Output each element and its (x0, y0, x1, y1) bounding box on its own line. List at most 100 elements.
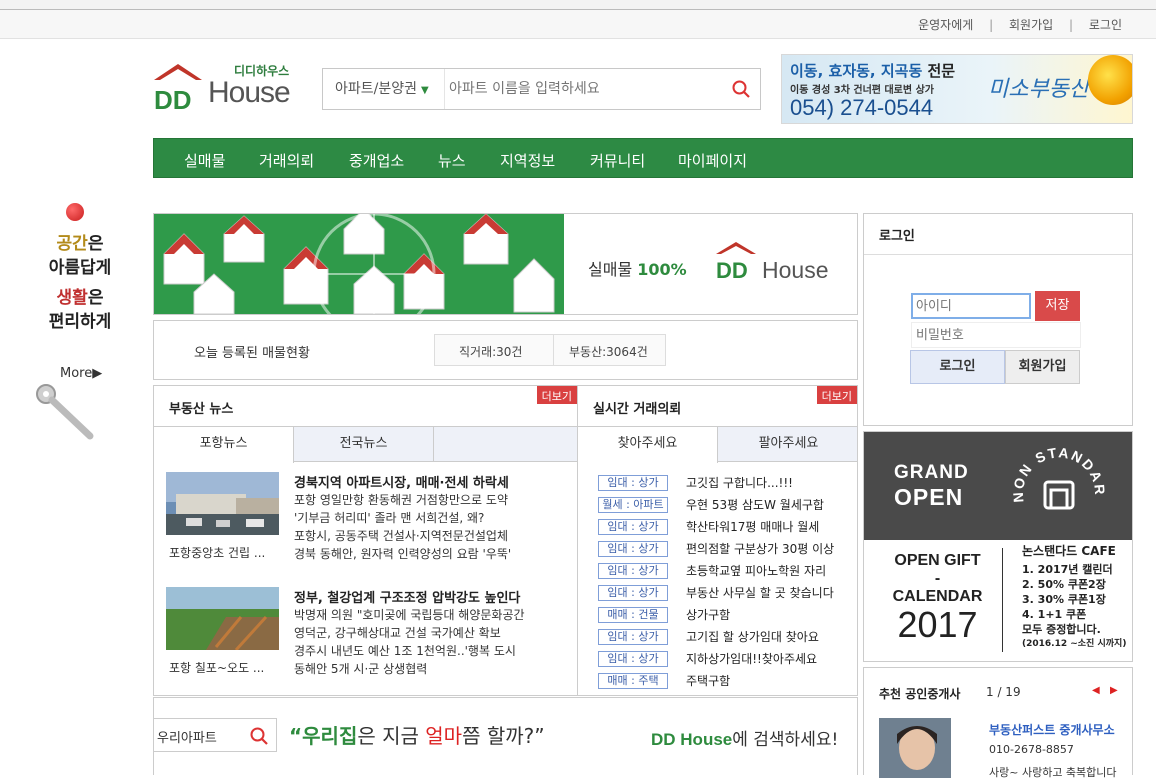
category-value: 아파트/분양권 (335, 81, 417, 97)
news-headline[interactable]: 경북지역 아파트시장, 매매·전세 하락세 (294, 472, 554, 491)
news-link[interactable]: 경북 동해안, 원자력 인력양성의 요람 '우뚝' (294, 545, 559, 562)
search-icon[interactable] (250, 727, 268, 745)
deal-text[interactable]: 고기집 할 상가임대 찾아요 (686, 628, 846, 645)
nav-item-news[interactable]: 뉴스 (438, 150, 466, 171)
agent-title: 추천 공인중개사 (879, 687, 961, 701)
list-item[interactable]: 임대 : 상가 학산타워17평 매매나 월세 (598, 517, 853, 537)
category-select[interactable]: 아파트/분양권 ▼ (323, 69, 445, 109)
key-icon (36, 384, 94, 440)
pin-icon (66, 203, 84, 221)
agency-count[interactable]: 부동산:3064건 (569, 343, 648, 360)
nav-item-requests[interactable]: 거래의뢰 (259, 150, 314, 171)
svg-text:NON STANDARD: NON STANDARD (1009, 442, 1108, 503)
news-thumbnail[interactable] (166, 587, 279, 650)
news-item[interactable]: 포항 칠포~오도 ... 정부, 철강업계 구조조정 압박강도 높인다 박명재 … (164, 587, 574, 687)
deal-type-badge: 임대 : 상가 (598, 629, 668, 645)
deal-text[interactable]: 지하상가임대!!찾아주세요 (686, 650, 846, 667)
apartment-search-box[interactable]: 우리아파트 (154, 718, 277, 752)
realtor-ad-banner[interactable]: 이동, 효자동, 지곡동 전문 이동 경성 3차 건너편 대로변 상가 054)… (781, 54, 1133, 124)
deal-text[interactable]: 초등학교옆 피아노학원 자리 (686, 562, 846, 579)
agent-page-counter: 1 / 19 (986, 685, 1021, 699)
signup-button[interactable]: 회원가입 (1005, 350, 1080, 384)
deal-text[interactable]: 부동산 사무실 할 곳 찾습니다 (686, 584, 846, 601)
next-arrow-icon[interactable]: ▶ (1110, 685, 1118, 696)
nav-item-local-info[interactable]: 지역정보 (500, 150, 555, 171)
login-title: 로그인 (879, 229, 915, 244)
ad-headline: 이동, 효자동, 지곡동 전문 (790, 62, 956, 80)
direct-count[interactable]: 직거래:30건 (459, 343, 522, 360)
deal-text[interactable]: 상가구함 (686, 606, 846, 623)
agent-photo[interactable] (879, 718, 951, 778)
news-link[interactable]: 포항 영일만항 환동해권 거점항만으로 도약 (294, 491, 559, 508)
deal-text[interactable]: 학산타워17평 매매나 월세 (686, 518, 846, 535)
flower-graphic (1088, 55, 1132, 105)
agent-name[interactable]: 부동산퍼스트 중개사무소 (989, 721, 1119, 738)
login-button[interactable]: 로그인 (910, 350, 1005, 384)
nav-item-agencies[interactable]: 중개업소 (349, 150, 404, 171)
nav-item-listings[interactable]: 실매물 (184, 150, 225, 171)
ad-brand: 미소부동산 (988, 77, 1090, 102)
gift-list: 논스탠다드 CAFE 1. 2017년 캘린더 2. 50% 쿠폰2장 3. 3… (1022, 544, 1127, 649)
deal-type-badge: 임대 : 상가 (598, 541, 668, 557)
top-links: 운영자에게 | 회원가입 | 로그인 (918, 16, 1122, 33)
prev-arrow-icon[interactable]: ◀ (1092, 685, 1100, 696)
news-headline[interactable]: 정부, 철강업계 구조조정 압박강도 높인다 (294, 587, 554, 606)
search-icon[interactable] (732, 80, 750, 98)
list-item[interactable]: 임대 : 상가 부동산 사무실 할 곳 찾습니다 (598, 583, 853, 603)
list-item[interactable]: 매매 : 주택 주택구함 (598, 671, 853, 691)
list-item[interactable]: 임대 : 상가 고깃집 구합니다...!!! (598, 473, 853, 493)
tab-pohang-news[interactable]: 포항뉴스 (154, 427, 294, 463)
news-thumbnail[interactable] (166, 472, 279, 535)
deal-text[interactable]: 편의점할 구분상가 30평 이상 (686, 540, 846, 557)
news-more-button[interactable]: 더보기 (536, 386, 577, 404)
nav-item-community[interactable]: 커뮤니티 (590, 150, 645, 171)
news-link[interactable]: 포항시, 공동주택 건설사·지역전문건설업체 (294, 527, 559, 544)
list-item[interactable]: 임대 : 상가 편의점할 구분상가 30평 이상 (598, 539, 853, 559)
deal-type-badge: 임대 : 상가 (598, 651, 668, 667)
news-link[interactable]: '기부금 허리띠' 졸라 맨 서희건설, 왜? (294, 509, 559, 526)
news-link[interactable]: 동해안 5개 시·군 상생협력 (294, 660, 559, 677)
news-link[interactable]: 경주시 내년도 예산 1조 1천억원..'행복 도시 (294, 642, 559, 659)
price-search-strip: 우리아파트 “우리집은 지금 얼마쯤 할까?” DD House에 검색하세요! (153, 697, 858, 775)
today-label: 오늘 등록된 매물현황 (194, 346, 310, 361)
id-input[interactable] (911, 293, 1031, 319)
top-rule (0, 0, 1156, 10)
svg-text:House: House (762, 257, 828, 283)
tab-sell[interactable]: 팔아주세요 (718, 427, 859, 462)
realtime-request-panel: 실시간 거래의뢰 더보기 찾아주세요 팔아주세요 임대 : 상가 고깃집 구합니다… (577, 385, 858, 696)
news-link[interactable]: 박명재 의원 "호미곶에 국립등대 해양문화공간 (294, 606, 559, 623)
nav-item-mypage[interactable]: 마이페이지 (678, 150, 747, 171)
link-contact-admin[interactable]: 운영자에게 (918, 16, 973, 33)
deal-type-badge: 임대 : 상가 (598, 585, 668, 601)
news-title: 부동산 뉴스 (169, 402, 234, 417)
deal-more-button[interactable]: 더보기 (816, 386, 857, 404)
save-id-button[interactable]: 저장 (1035, 291, 1080, 321)
tab-find[interactable]: 찾아주세요 (578, 427, 718, 463)
news-item[interactable]: 포항중앙초 건립 ... 경북지역 아파트시장, 매매·전세 하락세 포항 영일… (164, 472, 574, 572)
list-item[interactable]: 임대 : 상가 고기집 할 상가임대 찾아요 (598, 627, 853, 647)
deal-text[interactable]: 우현 53평 삼도W 월세구합 (686, 496, 846, 513)
list-item[interactable]: 임대 : 상가 지하상가임대!!찾아주세요 (598, 649, 853, 669)
separator: | (1069, 18, 1074, 32)
search-input[interactable] (449, 78, 719, 100)
apartment-search-value[interactable]: 우리아파트 (157, 727, 217, 746)
list-item[interactable]: 월세 : 아파트 우현 53평 삼도W 월세구합 (598, 495, 853, 515)
link-login[interactable]: 로그인 (1089, 16, 1122, 33)
hero-banner[interactable]: 실매물 100% DD House (153, 213, 858, 315)
side-more-link[interactable]: More▶ (60, 366, 102, 381)
list-item[interactable]: 매매 : 건물 상가구함 (598, 605, 853, 625)
deal-text[interactable]: 주택구함 (686, 672, 846, 689)
tab-national-news[interactable]: 전국뉴스 (294, 427, 434, 462)
side-slogan: 공간은 아름답게 생활은 편리하게 (48, 234, 112, 332)
realestate-news-panel: 부동산 뉴스 더보기 포항뉴스 전국뉴스 포항중앙초 건립 ... 경북지역 아… (153, 385, 578, 696)
cafe-ad-banner[interactable]: GRAND OPEN NON STANDARD OPEN GIFT - CALE… (863, 431, 1133, 662)
password-input[interactable] (911, 322, 1081, 348)
news-link[interactable]: 영덕군, 강구해상대교 건설 국가예산 확보 (294, 624, 559, 641)
news-thumb-caption[interactable]: 포항중앙초 건립 ... (169, 544, 284, 561)
list-item[interactable]: 임대 : 상가 초등학교옆 피아노학원 자리 (598, 561, 853, 581)
link-signup[interactable]: 회원가입 (1009, 16, 1053, 33)
site-logo[interactable]: DD 디디하우스 House (152, 62, 302, 114)
top-utility-bar: 운영자에게 | 회원가입 | 로그인 (0, 10, 1156, 39)
news-thumb-caption[interactable]: 포항 칠포~오도 ... (169, 659, 284, 676)
deal-text[interactable]: 고깃집 구합니다...!!! (686, 474, 846, 491)
